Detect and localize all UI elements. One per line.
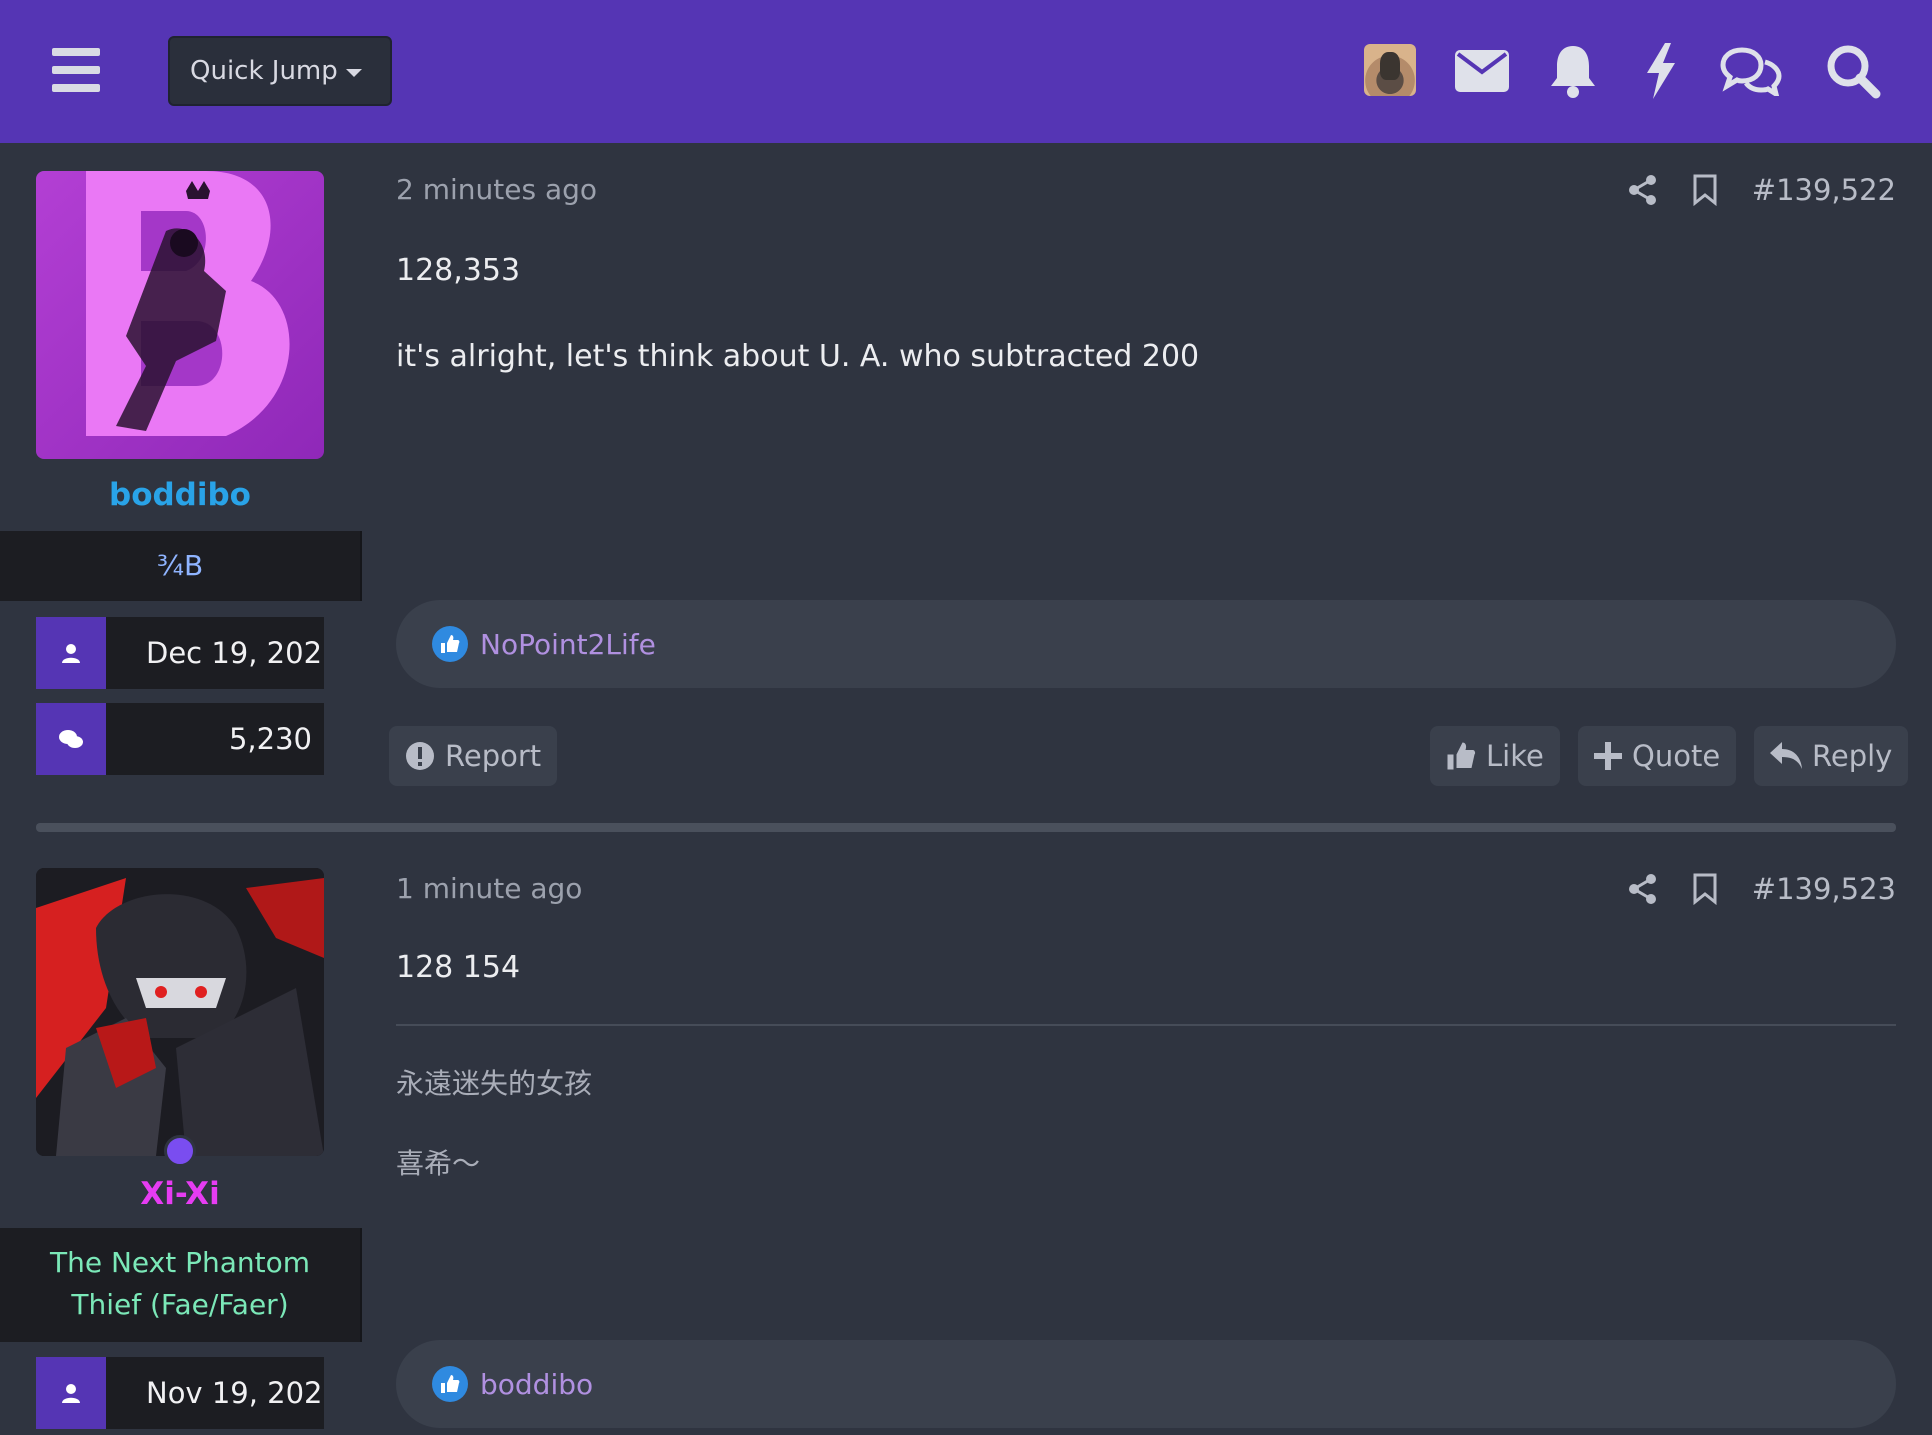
report-label: Report [445, 739, 542, 773]
signature-divider [396, 1024, 1896, 1026]
user-icon [36, 617, 106, 689]
reply-label: Reply [1812, 739, 1893, 773]
share-icon[interactable] [1628, 874, 1658, 904]
reactions-bar: NoPoint2Life [396, 600, 1896, 688]
like-label: Like [1486, 739, 1544, 773]
username-text: Xi-Xi [140, 1176, 220, 1212]
reaction-users[interactable]: boddibo [480, 1368, 593, 1401]
quote-button[interactable]: Quote [1578, 726, 1737, 786]
reply-button[interactable]: Reply [1754, 726, 1909, 786]
comments-icon [36, 703, 106, 775]
online-status-indicator [164, 1135, 196, 1167]
top-navigation-bar: Quick Jump [0, 0, 1932, 143]
report-button[interactable]: Report [389, 726, 558, 786]
like-reaction-icon [432, 1366, 468, 1402]
joined-date: Nov 19, 2025 [146, 1376, 324, 1410]
menu-icon[interactable] [52, 48, 100, 92]
chevron-down-icon [346, 69, 362, 77]
reply-icon [1770, 742, 1802, 769]
user-title: ¾B [0, 531, 362, 601]
post-actions: #139,523 [1628, 872, 1896, 906]
plus-icon [1594, 742, 1622, 770]
post-divider [36, 823, 1896, 832]
user-title-line: Thief (Fae/Faer) [71, 1288, 289, 1321]
reactions-bar: boddibo [396, 1340, 1896, 1428]
reaction-users[interactable]: NoPoint2Life [480, 628, 656, 661]
bookmark-icon[interactable] [1692, 873, 1718, 905]
account-avatar[interactable] [1364, 44, 1416, 96]
post-body-line: 128,353 [396, 253, 521, 288]
post-body-line: it's alright, let's think about U. A. wh… [396, 339, 1200, 374]
post: boddibo ¾B Dec 19, 2023 5,230 2 minutes … [0, 143, 1932, 823]
bookmark-icon[interactable] [1692, 174, 1718, 206]
joined-stat: Nov 19, 2025 [36, 1357, 324, 1429]
signature-line: 喜希〜 [396, 1147, 481, 1180]
post-timestamp[interactable]: 2 minutes ago [396, 173, 597, 206]
user-avatar[interactable] [36, 171, 324, 459]
username[interactable]: boddibo [0, 477, 360, 513]
signature-line: 永遠迷失的女孩 [396, 1067, 593, 1100]
conversations-icon[interactable] [1720, 40, 1782, 102]
quick-jump-label: Quick Jump [190, 56, 338, 86]
user-title: The Next Phantom Thief (Fae/Faer) [0, 1228, 362, 1342]
username[interactable]: Xi-Xi [0, 1176, 360, 1212]
inbox-icon[interactable] [1454, 40, 1510, 102]
messages-stat: 5,230 [36, 703, 324, 775]
share-icon[interactable] [1628, 175, 1658, 205]
post-actions: #139,522 [1628, 173, 1896, 207]
post-number[interactable]: #139,522 [1752, 173, 1896, 207]
bell-icon[interactable] [1546, 40, 1600, 102]
joined-stat: Dec 19, 2023 [36, 617, 324, 689]
user-avatar[interactable] [36, 868, 324, 1156]
search-icon[interactable] [1824, 40, 1882, 102]
post: Xi-Xi The Next Phantom Thief (Fae/Faer) … [0, 840, 1932, 1435]
joined-date: Dec 19, 2023 [146, 636, 324, 670]
post-number[interactable]: #139,523 [1752, 872, 1896, 906]
user-title-line: The Next Phantom [49, 1246, 311, 1279]
lightning-icon[interactable] [1640, 40, 1682, 102]
alert-icon [406, 742, 434, 770]
post-body-line: 128 154 [396, 950, 521, 985]
like-reaction-icon [432, 626, 468, 662]
post-timestamp[interactable]: 1 minute ago [396, 872, 582, 905]
username-text: boddibo [109, 477, 251, 513]
user-icon [36, 1357, 106, 1429]
quick-jump-dropdown[interactable]: Quick Jump [168, 36, 392, 106]
like-button[interactable]: Like [1430, 726, 1560, 786]
thumbs-up-icon [1447, 742, 1476, 770]
message-count: 5,230 [228, 722, 312, 756]
quote-label: Quote [1632, 739, 1721, 773]
